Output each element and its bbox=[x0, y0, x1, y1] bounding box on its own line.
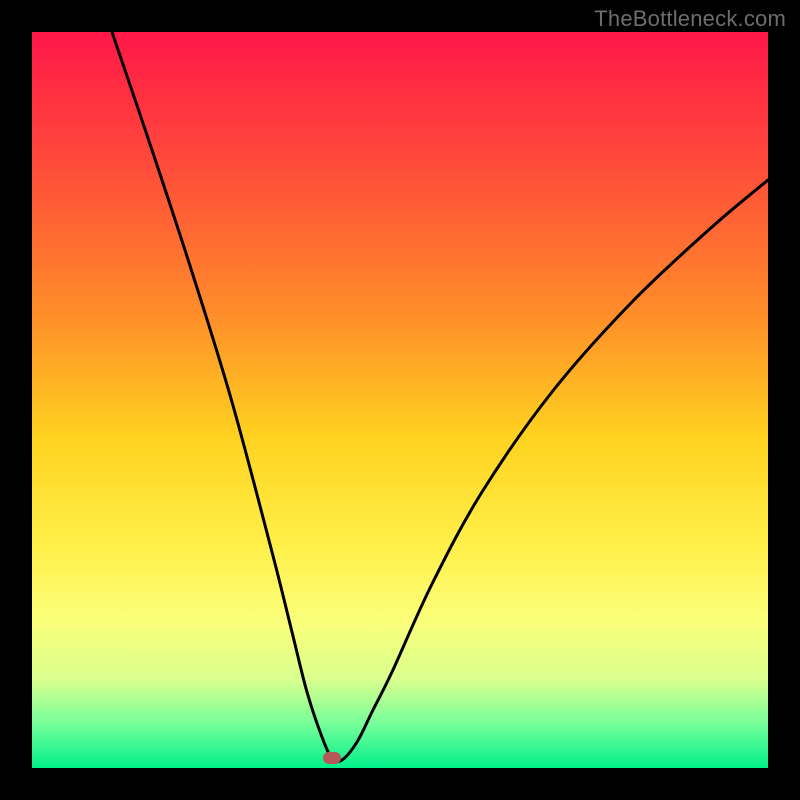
plot-area bbox=[32, 32, 768, 768]
curve-svg bbox=[32, 32, 768, 768]
watermark-text: TheBottleneck.com bbox=[594, 6, 786, 32]
chart-frame: TheBottleneck.com bbox=[0, 0, 800, 800]
bottleneck-curve-path bbox=[112, 32, 768, 762]
minimum-marker bbox=[323, 752, 341, 764]
